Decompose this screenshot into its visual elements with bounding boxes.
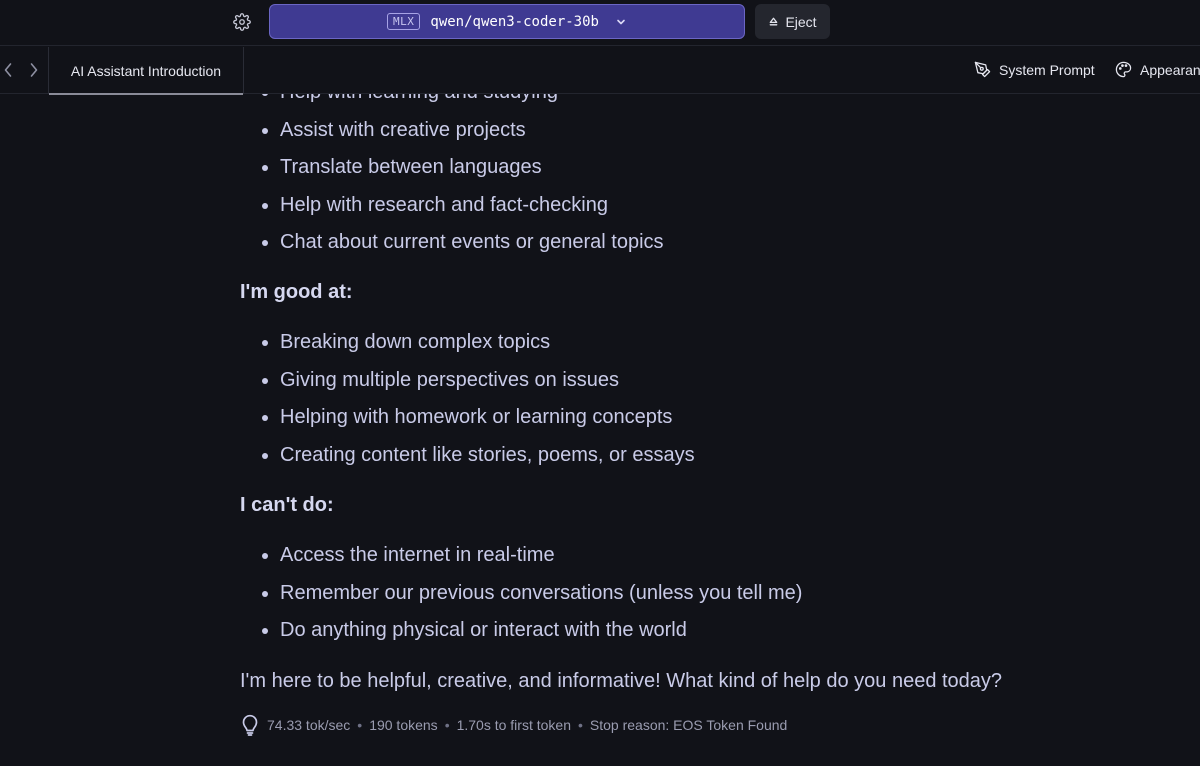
list-item: Giving multiple perspectives on issues <box>260 369 695 407</box>
eject-icon <box>770 17 778 26</box>
tab-bar: AI Assistant Introduction System Prompt … <box>0 47 1200 95</box>
time-to-first-token: 1.70s to first token <box>456 717 571 733</box>
system-prompt-label: System Prompt <box>999 61 1095 78</box>
forward-button[interactable] <box>24 59 44 81</box>
list-item: Access the internet in real-time <box>260 544 802 582</box>
tab-label: AI Assistant Introduction <box>70 62 222 79</box>
list-item: Translate between languages <box>260 156 664 194</box>
good-at-list: Breaking down complex topics Giving mult… <box>260 331 695 481</box>
palette-icon <box>1115 61 1132 78</box>
good-at-heading: I'm good at: <box>240 281 353 303</box>
list-item: Do anything physical or interact with th… <box>260 619 802 657</box>
eject-button[interactable]: Eject <box>755 4 830 39</box>
separator-dot: • <box>444 717 450 733</box>
list-item: Assist with creative projects <box>260 119 664 157</box>
chevron-left-icon <box>4 63 12 77</box>
list-item: Remember our previous conversations (unl… <box>260 582 802 620</box>
pen-icon <box>974 61 991 78</box>
model-selector[interactable]: MLX qwen/qwen3-coder-30b <box>269 4 745 39</box>
model-format-badge: MLX <box>387 13 421 30</box>
back-button[interactable] <box>0 59 18 81</box>
lightbulb-icon[interactable] <box>241 714 259 736</box>
list-item: Helping with homework or learning concep… <box>260 406 695 444</box>
assistant-message: Help with learning and studying Assist w… <box>0 94 1200 766</box>
cant-do-list: Access the internet in real-time Remembe… <box>260 544 802 657</box>
separator-dot: • <box>357 717 363 733</box>
cant-do-heading: I can't do: <box>240 494 334 516</box>
list-item: Chat about current events or general top… <box>260 231 664 269</box>
chevron-right-icon <box>30 63 38 77</box>
settings-button[interactable] <box>229 9 255 35</box>
chevron-down-icon <box>615 16 627 28</box>
list-item: Breaking down complex topics <box>260 331 695 369</box>
appearance-button[interactable]: Appearan <box>1115 61 1200 78</box>
tab-ai-assistant-introduction[interactable]: AI Assistant Introduction <box>48 47 244 95</box>
token-count: 190 tokens <box>369 717 438 733</box>
capabilities-list: Help with learning and studying Assist w… <box>260 94 664 269</box>
tokens-per-second: 74.33 tok/sec <box>267 717 351 733</box>
closing-text: I'm here to be helpful, creative, and in… <box>240 670 1003 692</box>
generation-stats: 74.33 tok/sec • 190 tokens • 1.70s to fi… <box>241 714 787 736</box>
separator-dot: • <box>578 717 583 733</box>
model-name: qwen/qwen3-coder-30b <box>430 13 599 30</box>
stop-reason: Stop reason: EOS Token Found <box>589 717 788 733</box>
gear-icon <box>233 13 251 31</box>
appearance-label: Appearan <box>1140 61 1200 78</box>
system-prompt-button[interactable]: System Prompt <box>974 61 1095 78</box>
list-item: Help with research and fact-checking <box>260 194 664 232</box>
list-item: Creating content like stories, poems, or… <box>260 444 695 482</box>
top-toolbar: MLX qwen/qwen3-coder-30b Eject <box>0 0 1200 46</box>
list-item: Help with learning and studying <box>260 94 664 119</box>
eject-label: Eject <box>785 13 817 30</box>
